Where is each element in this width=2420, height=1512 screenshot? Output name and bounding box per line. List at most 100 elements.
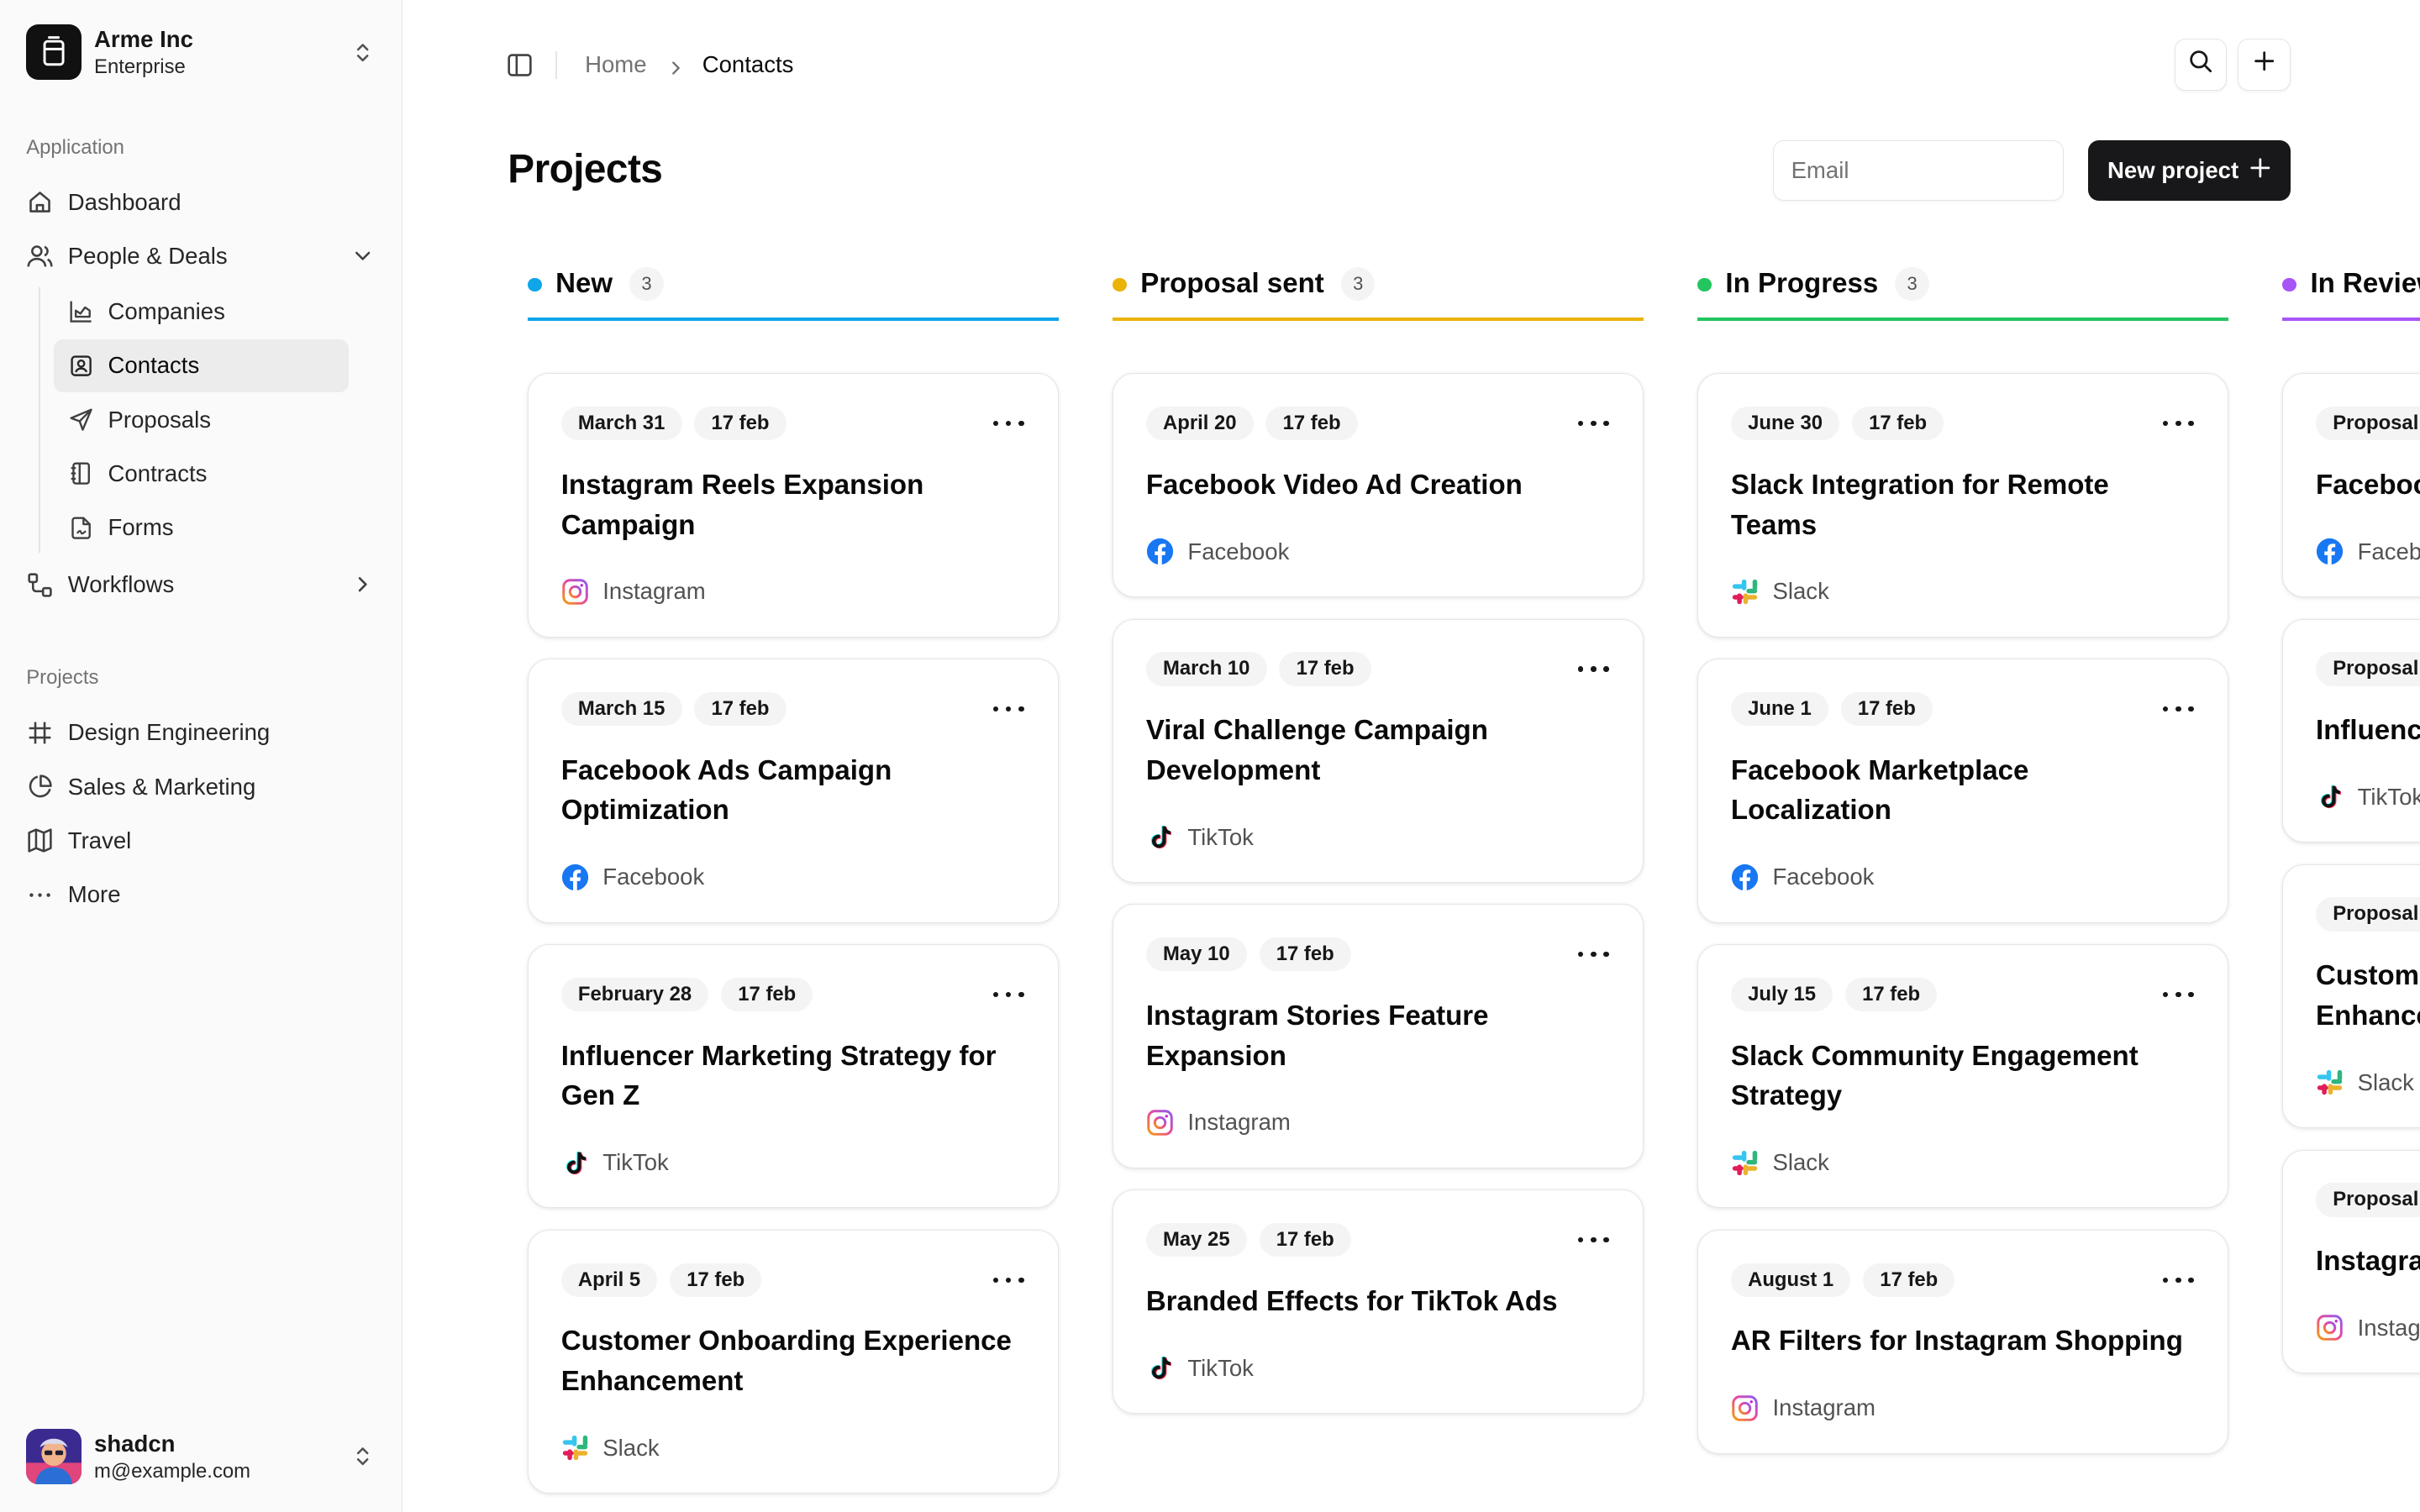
column-header[interactable]: In Progress 3 [1697, 247, 2229, 322]
org-switcher[interactable]: Arme Inc Enterprise [26, 24, 375, 83]
nav-travel[interactable]: Travel [26, 816, 375, 866]
column-header[interactable]: New 3 [528, 247, 1059, 322]
sidebar-toggle-icon[interactable] [506, 51, 534, 86]
project-card[interactable]: July 15 17 feb Slack Community Engagement … [1697, 944, 2229, 1209]
more-options-icon[interactable] [992, 412, 1024, 434]
send-icon [68, 407, 94, 433]
nav-dashboard-label: Dashboard [67, 188, 182, 215]
project-card[interactable]: March 15 17 feb Facebook Ads Campaign Opti… [528, 659, 1059, 923]
slack-icon [561, 1434, 589, 1462]
more-options-icon[interactable] [2163, 698, 2194, 720]
more-options-icon[interactable] [1577, 1229, 1609, 1251]
card-chips: April 20 17 feb [1145, 407, 1611, 441]
more-options-icon[interactable] [2163, 1269, 2194, 1291]
more-options-icon[interactable] [1577, 943, 1609, 965]
email-input[interactable] [1773, 140, 2064, 201]
project-card[interactable]: March 10 17 feb Viral Challenge Campaign D… [1113, 618, 1644, 883]
date-chip: April 20 [1145, 407, 1254, 441]
card-chips: March 10 17 feb [1145, 652, 1611, 686]
project-card[interactable]: August 1 17 feb AR Filters for Instagram S… [1697, 1230, 2229, 1454]
more-options-icon[interactable] [992, 1269, 1024, 1291]
status-dot [2282, 277, 2296, 292]
nav-companies[interactable]: Companies [54, 286, 349, 338]
project-card[interactable]: June 30 17 feb Slack Integration for Remot… [1697, 373, 2229, 638]
project-card[interactable]: Proposal Influencer Marketing Gen Z TikTok [2282, 618, 2420, 843]
breadcrumb-home[interactable]: Home [585, 51, 646, 78]
submenu-guide-line [38, 286, 40, 553]
project-card[interactable]: April 5 17 feb Customer Onboarding Experie… [528, 1230, 1059, 1494]
user-email: m@example.com [94, 1459, 251, 1483]
project-card[interactable]: February 28 17 feb Influencer Marketing St… [528, 944, 1059, 1209]
user-name: shadcn [94, 1430, 176, 1457]
more-options-icon[interactable] [2163, 412, 2194, 434]
more-options-icon[interactable] [992, 984, 1024, 1005]
org-name: Arme Inc [94, 26, 193, 53]
status-dot [1697, 277, 1712, 292]
project-card[interactable]: March 31 17 feb Instagram Reels Expansion … [528, 373, 1059, 638]
status-dot [1113, 277, 1127, 292]
date-chip: Proposal [2316, 407, 2420, 441]
slack-icon [1731, 578, 1759, 606]
more-options-icon[interactable] [1577, 412, 1609, 434]
projects-section-label: Projects [26, 666, 99, 690]
card-platform: Facebook [561, 862, 1026, 893]
more-options-icon[interactable] [2163, 984, 2194, 1005]
column-new: New 3 March 31 17 feb Instagram Reels Expans… [528, 247, 1059, 1494]
column-header[interactable]: In Review3 [2282, 247, 2420, 322]
add-button[interactable] [2238, 38, 2291, 92]
platform-label: TikTok [1187, 1354, 1254, 1381]
platform-label: Slack [1772, 1149, 1829, 1176]
nav-more[interactable]: More [26, 870, 375, 920]
card-platform: TikTok [561, 1147, 1026, 1179]
tiktok-icon [561, 1149, 589, 1177]
column-header[interactable]: Proposal sent 3 [1113, 247, 1644, 322]
application-section-label: Application [26, 135, 124, 159]
platform-label: Slack [1772, 578, 1829, 605]
nav-contacts[interactable]: Contacts [54, 339, 350, 392]
platform-label: Slack [2357, 1068, 2414, 1095]
sidebar: Arme Inc Enterprise Application Dashboar… [0, 0, 403, 1512]
project-card[interactable]: June 1 17 feb Facebook Marketplace Localiz… [1697, 659, 2229, 923]
facebook-icon [1146, 538, 1174, 565]
date-chip: Proposal [2316, 1183, 2420, 1217]
more-options-icon[interactable] [1577, 659, 1609, 680]
column-underline [2282, 318, 2420, 322]
nav-forms[interactable]: Forms [54, 501, 349, 554]
project-card[interactable]: April 20 17 feb Facebook Video Ad Creation… [1113, 373, 1644, 597]
facebook-icon [2316, 538, 2344, 565]
search-button[interactable] [2174, 38, 2228, 92]
nav-sales-marketing[interactable]: Sales & Marketing [26, 762, 375, 811]
nav-dashboard[interactable]: Dashboard [26, 177, 375, 227]
card-title: Viral Challenge Campaign Development [1145, 714, 1488, 786]
nav-proposals[interactable]: Proposals [54, 393, 349, 445]
project-card[interactable]: Proposal Instagram Stories Expansion Insta… [2282, 1149, 2420, 1374]
project-card[interactable]: Proposal Customer Onboarding Enhancement S… [2282, 864, 2420, 1128]
more-options-icon[interactable] [992, 698, 1024, 720]
card-title: Customer Onboarding Enhancement [2316, 960, 2420, 1032]
avatar [26, 1428, 82, 1484]
card-chips: Proposal [2316, 897, 2420, 932]
card-title: Slack Community Engagement Strategy [1730, 1040, 2139, 1112]
project-card[interactable]: Proposal Facebook Ads Optimization Faceboo… [2282, 373, 2420, 597]
nav-contracts[interactable]: Contracts [54, 448, 349, 500]
nav-contacts-label: Contacts [108, 352, 200, 379]
org-plan: Enterprise [94, 55, 186, 79]
project-card[interactable]: May 10 17 feb Instagram Stories Feature Ex… [1113, 904, 1644, 1168]
nav-design-engineering[interactable]: Design Engineering [26, 708, 375, 758]
card-platform: Slack [1731, 576, 2196, 607]
column-title: New [555, 267, 613, 299]
new-project-button[interactable]: New project [2088, 140, 2291, 201]
tag-chip: 17 feb [721, 977, 813, 1012]
nav-workflows[interactable]: Workflows [26, 560, 375, 610]
tiktok-icon [2316, 783, 2344, 811]
nav-people-deals[interactable]: People & Deals [26, 232, 375, 281]
status-dot [528, 277, 542, 292]
card-list: March 31 17 feb Instagram Reels Expansion … [528, 373, 1059, 1511]
nav-sales-marketing-label: Sales & Marketing [67, 773, 256, 800]
card-chips: Proposal [2316, 407, 2420, 441]
column-title: Proposal sent [1140, 267, 1324, 299]
project-card[interactable]: May 25 17 feb Branded Effects for TikTok A… [1113, 1189, 1644, 1414]
date-chip: June 30 [1730, 407, 1840, 441]
column-underline [528, 318, 1059, 322]
user-menu[interactable]: shadcn m@example.com [26, 1428, 375, 1488]
